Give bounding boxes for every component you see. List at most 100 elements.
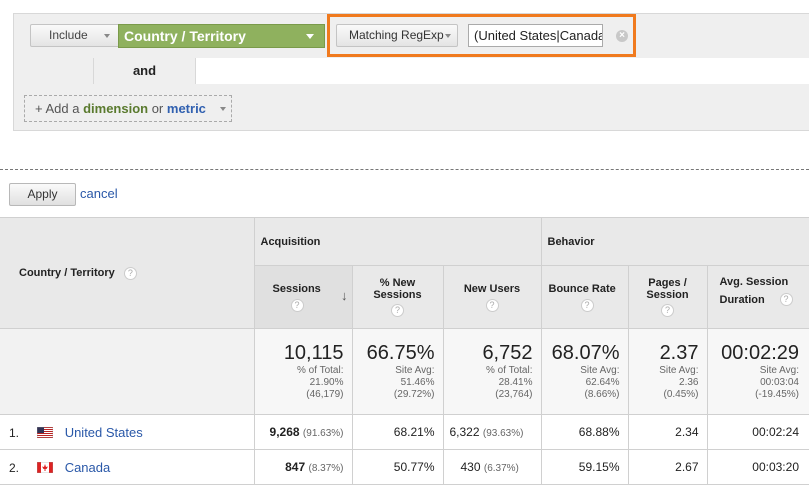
row-dimension-cell: 1. United States bbox=[0, 414, 255, 450]
totals-duration: 00:02:29 Site Avg: 00:03:04 (-19.45%) bbox=[706, 328, 809, 415]
row-sessions-pct: (91.63%) bbox=[302, 427, 344, 439]
help-icon[interactable]: ? bbox=[290, 298, 304, 312]
bounce-rate-column-header[interactable]: Bounce Rate ? bbox=[540, 265, 629, 329]
row-index: 1. bbox=[9, 425, 20, 440]
new-users-header-label: New Users bbox=[463, 282, 521, 295]
totals-pages: 2.37 Site Avg: 2.36 (0.45%) bbox=[627, 328, 708, 415]
bounce-rate-header-label: Bounce Rate bbox=[548, 282, 616, 295]
totals-sub: 62.64% bbox=[585, 377, 620, 388]
apply-button[interactable]: Apply bbox=[9, 183, 76, 206]
table-row: 2. Canada 847 (8.37%) 50.77% 430 (6.37%)… bbox=[0, 449, 809, 485]
country-link[interactable]: United States bbox=[65, 425, 143, 440]
help-icon[interactable]: ? bbox=[123, 266, 137, 280]
row-pages: 2.34 bbox=[627, 414, 708, 450]
row-duration: 00:02:24 bbox=[706, 414, 809, 450]
help-icon[interactable]: ? bbox=[485, 298, 499, 312]
totals-sub: (8.66%) bbox=[584, 389, 620, 400]
new-sessions-column-header[interactable]: % New Sessions ? bbox=[351, 265, 444, 329]
totals-sub: Site Avg: bbox=[580, 365, 620, 376]
row-new-users: 430 (6.37%) bbox=[442, 449, 542, 485]
divider bbox=[0, 169, 809, 170]
totals-sub: (-19.45%) bbox=[755, 389, 799, 400]
row-sessions-value: 847 bbox=[285, 459, 306, 474]
totals-sub: (23,764) bbox=[495, 389, 533, 400]
row-duration: 00:03:20 bbox=[706, 449, 809, 485]
totals-sub: 00:03:04 bbox=[760, 377, 799, 388]
row-new-users: 6,322 (93.63%) bbox=[442, 414, 542, 450]
us-flag-icon bbox=[37, 426, 54, 438]
totals-sub: (29.72%) bbox=[393, 389, 435, 400]
totals-sessions-value: 10,115 bbox=[283, 342, 344, 364]
totals-new-sessions: 66.75% Site Avg: 51.46% (29.72%) bbox=[351, 328, 444, 415]
help-icon[interactable]: ? bbox=[661, 304, 674, 317]
cancel-link[interactable]: cancel bbox=[80, 186, 118, 201]
row-dimension-cell: 2. Canada bbox=[0, 449, 255, 485]
totals-duration-value: 00:02:29 bbox=[721, 342, 799, 364]
add-metric-link[interactable]: metric bbox=[167, 101, 206, 116]
row-new-sessions: 68.21% bbox=[351, 414, 444, 450]
help-icon[interactable]: ? bbox=[391, 304, 404, 317]
help-icon[interactable]: ? bbox=[779, 292, 793, 306]
row-bounce: 68.88% bbox=[540, 414, 629, 450]
totals-sessions: 10,115 % of Total: 21.90% (46,179) bbox=[253, 328, 353, 415]
row-new-sessions: 50.77% bbox=[351, 449, 444, 485]
add-dimension-or-metric[interactable]: + Add a dimension or metric bbox=[24, 95, 232, 122]
chevron-down-icon bbox=[306, 34, 314, 39]
totals-sub: % of Total: bbox=[485, 365, 533, 376]
totals-label-cell bbox=[0, 328, 255, 415]
regex-input[interactable]: (United States|Canada) bbox=[468, 24, 603, 47]
row-new-users-pct: (93.63%) bbox=[482, 427, 524, 439]
new-sessions-header-label: % New Sessions bbox=[373, 277, 422, 301]
new-users-column-header[interactable]: New Users ? bbox=[442, 265, 542, 329]
include-label: Include bbox=[49, 28, 88, 42]
totals-bounce-value: 68.07% bbox=[551, 342, 620, 364]
row-new-users-value: 430 bbox=[460, 459, 481, 474]
sessions-header-label: Sessions bbox=[272, 282, 321, 295]
row-pages: 2.67 bbox=[627, 449, 708, 485]
pages-session-column-header[interactable]: Pages / Session ? bbox=[627, 265, 708, 329]
totals-pages-value: 2.37 bbox=[659, 342, 699, 364]
row-new-users-pct: (6.37%) bbox=[483, 462, 519, 474]
row-index: 2. bbox=[9, 460, 20, 475]
totals-sub: Site Avg: bbox=[759, 365, 799, 376]
totals-sub: 51.46% bbox=[400, 377, 435, 388]
and-tab-right bbox=[195, 58, 809, 84]
include-dropdown[interactable]: Include bbox=[30, 24, 120, 47]
pages-session-header-label: Pages / Session bbox=[646, 277, 689, 301]
match-type-label: Matching RegExp bbox=[349, 28, 444, 42]
totals-new-users-value: 6,752 bbox=[482, 342, 533, 364]
row-new-users-value: 6,322 bbox=[449, 424, 480, 439]
row-sessions: 847 (8.37%) bbox=[253, 449, 353, 485]
totals-sub: (46,179) bbox=[306, 389, 344, 400]
add-dimension-link[interactable]: dimension bbox=[83, 101, 148, 116]
totals-sub: 2.36 bbox=[679, 377, 699, 388]
filter-panel: Include Country / Territory Matching Reg… bbox=[13, 13, 809, 131]
chevron-down-icon bbox=[220, 107, 226, 111]
totals-new-sessions-value: 66.75% bbox=[366, 342, 435, 364]
chevron-down-icon bbox=[445, 34, 451, 38]
sort-descending-icon: ↓ bbox=[341, 288, 348, 303]
and-label: and bbox=[94, 58, 195, 84]
dimension-column-header: Country / Territory ? bbox=[0, 217, 255, 329]
report-table: Country / Territory ? Acquisition Behavi… bbox=[0, 217, 809, 485]
totals-sub: 21.90% bbox=[309, 377, 344, 388]
totals-new-users: 6,752 % of Total: 28.41% (23,764) bbox=[442, 328, 542, 415]
sessions-column-header[interactable]: Sessions ? ↓ bbox=[253, 265, 353, 329]
totals-sub: Site Avg: bbox=[659, 365, 699, 376]
row-sessions: 9,268 (91.63%) bbox=[253, 414, 353, 450]
add-prefix: + Add a bbox=[35, 101, 84, 116]
canada-flag-icon bbox=[37, 461, 54, 473]
filter-row: Include Country / Territory Matching Reg… bbox=[14, 14, 809, 58]
behavior-group-header: Behavior bbox=[540, 217, 809, 266]
help-icon[interactable]: ? bbox=[580, 298, 594, 312]
country-link[interactable]: Canada bbox=[65, 460, 111, 475]
clear-icon[interactable]: × bbox=[616, 30, 628, 42]
match-type-dropdown[interactable]: Matching RegExp bbox=[336, 24, 458, 47]
totals-sub: % of Total: bbox=[296, 365, 344, 376]
dimension-label: Country / Territory bbox=[124, 28, 246, 44]
avg-duration-column-header[interactable]: Avg. Session Duration ? bbox=[706, 265, 809, 329]
add-or: or bbox=[148, 101, 167, 116]
table-row: 1. United States 9,268 (91.63%) 68.21% 6… bbox=[0, 414, 809, 450]
dimension-header-label: Country / Territory bbox=[19, 266, 115, 279]
dimension-select[interactable]: Country / Territory bbox=[118, 24, 325, 48]
